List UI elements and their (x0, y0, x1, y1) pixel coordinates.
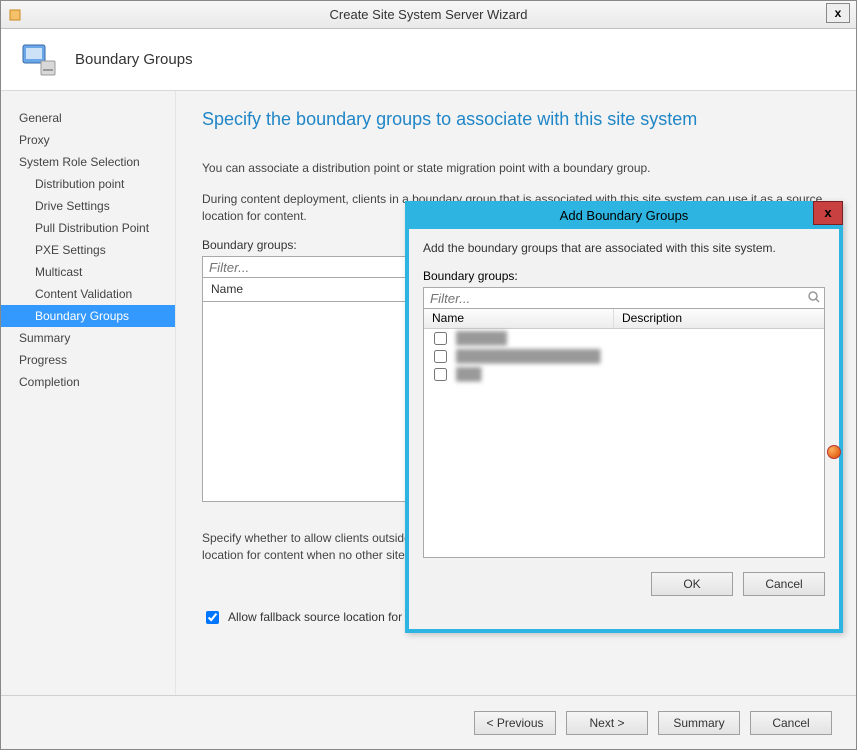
dialog-boundary-label: Boundary groups: (423, 269, 825, 283)
nav-item-distribution-point[interactable]: Distribution point (1, 173, 175, 195)
row-checkbox[interactable] (434, 368, 447, 381)
warning-icon (827, 445, 841, 459)
wizard-footer: < Previous Next > Summary Cancel (1, 695, 856, 749)
app-icon (7, 7, 23, 23)
dialog-boundary-list[interactable]: Name Description ███████████████████████… (423, 308, 825, 558)
window-titlebar: Create Site System Server Wizard x (1, 1, 856, 29)
window-title: Create Site System Server Wizard (1, 7, 856, 22)
row-checkbox[interactable] (434, 350, 447, 363)
wizard-nav-sidebar: GeneralProxySystem Role SelectionDistrib… (1, 91, 176, 697)
nav-item-pull-distribution-point[interactable]: Pull Distribution Point (1, 217, 175, 239)
dialog-list-header: Name Description (424, 309, 824, 329)
row-name: █████████████████ (456, 349, 601, 363)
wizard-header: Boundary Groups (1, 29, 856, 91)
nav-item-content-validation[interactable]: Content Validation (1, 283, 175, 305)
nav-item-multicast[interactable]: Multicast (1, 261, 175, 283)
dialog-list-row[interactable]: ██████ (424, 329, 824, 347)
page-title: Boundary Groups (75, 51, 193, 68)
dialog-close-button[interactable]: x (813, 201, 843, 225)
nav-item-general[interactable]: General (1, 107, 175, 129)
summary-button[interactable]: Summary (658, 711, 740, 735)
nav-item-summary[interactable]: Summary (1, 327, 175, 349)
dialog-column-description[interactable]: Description (614, 309, 824, 328)
previous-button[interactable]: < Previous (474, 711, 556, 735)
window-close-button[interactable]: x (826, 3, 850, 23)
fallback-checkbox[interactable] (206, 611, 219, 624)
cancel-button[interactable]: Cancel (750, 711, 832, 735)
nav-item-system-role-selection[interactable]: System Role Selection (1, 151, 175, 173)
dialog-column-name[interactable]: Name (424, 309, 614, 328)
content-heading: Specify the boundary groups to associate… (202, 109, 830, 130)
dialog-cancel-button[interactable]: Cancel (743, 572, 825, 596)
nav-item-progress[interactable]: Progress (1, 349, 175, 371)
row-name: ██████ (456, 331, 507, 345)
dialog-titlebar: Add Boundary Groups x (405, 201, 843, 229)
nav-item-boundary-groups[interactable]: Boundary Groups (1, 305, 175, 327)
dialog-title: Add Boundary Groups (560, 208, 689, 223)
row-name: ███ (456, 367, 482, 381)
content-text-1: You can associate a distribution point o… (202, 160, 830, 177)
nav-item-proxy[interactable]: Proxy (1, 129, 175, 151)
server-icon (19, 39, 61, 81)
search-icon (807, 290, 821, 307)
row-checkbox[interactable] (434, 332, 447, 345)
dialog-ok-button[interactable]: OK (651, 572, 733, 596)
nav-item-drive-settings[interactable]: Drive Settings (1, 195, 175, 217)
column-name: Name (211, 282, 243, 296)
dialog-list-row[interactable]: █████████████████ (424, 347, 824, 365)
dialog-filter-input[interactable] (423, 287, 825, 309)
nav-item-completion[interactable]: Completion (1, 371, 175, 393)
dialog-instruction: Add the boundary groups that are associa… (423, 241, 825, 255)
add-boundary-groups-dialog: Add Boundary Groups x Add the boundary g… (405, 201, 843, 633)
dialog-list-row[interactable]: ███ (424, 365, 824, 383)
nav-item-pxe-settings[interactable]: PXE Settings (1, 239, 175, 261)
next-button[interactable]: Next > (566, 711, 648, 735)
